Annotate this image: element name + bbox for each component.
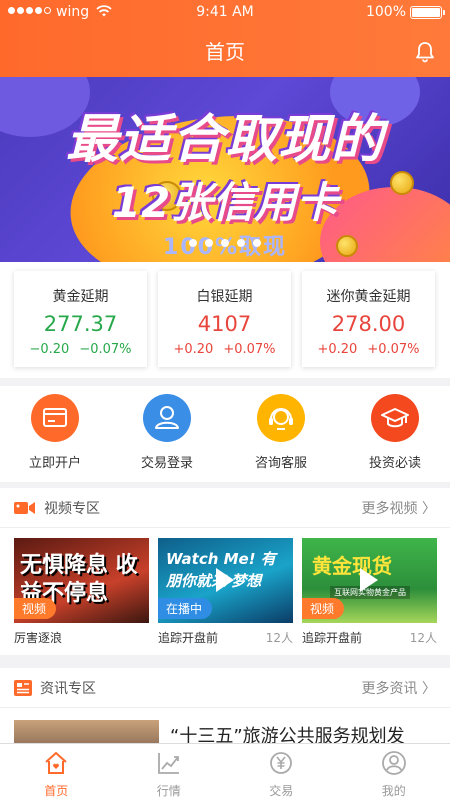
tab-home[interactable]: 首页 [0, 744, 113, 800]
news-section-header: 资讯专区 更多资讯 〉 [0, 668, 450, 708]
user-icon [381, 751, 406, 775]
quote-change: +0.20 [317, 342, 358, 357]
tab-market[interactable]: 行情 [113, 744, 226, 800]
bell-icon[interactable] [413, 40, 437, 64]
video-camera-icon [14, 502, 35, 514]
status-bar: wing 9:41 AM 100% [0, 0, 450, 26]
quote-name: 黄金延期 [52, 289, 109, 305]
video-tag: 视频 [302, 598, 345, 619]
carousel-dot[interactable] [205, 239, 213, 247]
battery-icon [410, 6, 445, 19]
card-icon [31, 394, 79, 442]
open-account-button[interactable]: 立即开户 [0, 394, 110, 471]
customer-service-button[interactable]: 咨询客服 [226, 394, 336, 471]
headset-icon [257, 394, 305, 442]
video-caption: 追踪开盘前 [158, 631, 219, 645]
play-icon[interactable] [360, 568, 378, 592]
quote-card-silver[interactable]: 白银延期 4107 +0.20 +0.07% [158, 271, 291, 367]
quick-actions: 立即开户 交易登录 咨询客服 投资必读 [0, 386, 450, 482]
tab-label: 首页 [44, 784, 69, 798]
carousel-dots[interactable] [0, 239, 450, 247]
quick-label: 交易登录 [140, 456, 193, 471]
video-section-header: 视频专区 更多视频 〉 [0, 488, 450, 528]
page-title: 首页 [205, 40, 245, 64]
news-icon [14, 680, 32, 696]
video-thumbnail: Watch Me! 有朋你就来 梦想 在播中 [158, 538, 293, 623]
quote-panel: 黄金延期 277.37 −0.20 −0.07% 白银延期 4107 +0.20 +… [0, 262, 450, 378]
video-thumbnail: 黄金现货 互联网实物黄金产品 视频 [302, 538, 437, 623]
video-tag: 视频 [14, 598, 57, 619]
quote-percent: +0.07% [223, 342, 276, 357]
more-news-link[interactable]: 更多资讯 〉 [362, 678, 436, 698]
quote-card-gold[interactable]: 黄金延期 277.37 −0.20 −0.07% [14, 271, 147, 367]
quote-name: 白银延期 [196, 289, 253, 305]
viewer-count: 12人 [409, 631, 437, 645]
investment-guide-button[interactable]: 投资必读 [340, 394, 450, 471]
video-card[interactable]: 无惧降息 收益不停息 视频 厉害逐浪 [14, 538, 149, 645]
thumbnail-text: 黄金现货 [312, 554, 392, 578]
video-caption: 追踪开盘前 [302, 631, 363, 645]
promo-banner[interactable]: 最适合取现的 12张信用卡 100%取现 [0, 77, 450, 262]
carousel-dot[interactable] [189, 239, 197, 247]
video-thumbnail: 无惧降息 收益不停息 视频 [14, 538, 149, 623]
home-icon [45, 752, 67, 774]
news-section: 资讯专区 更多资讯 〉 “十三五”旅游公共服务规划发 [0, 668, 450, 750]
tab-label: 我的 [381, 784, 406, 798]
graduation-cap-icon [371, 394, 419, 442]
battery-percent: 100% [365, 4, 406, 20]
section-title: 视频专区 [44, 501, 100, 517]
play-icon[interactable] [216, 568, 234, 592]
quote-card-mini-gold[interactable]: 迷你黄金延期 278.00 +0.20 +0.07% [302, 271, 435, 367]
app-screen: wing 9:41 AM 100% 首页 最适合取现的 12张信用卡 100%取… [0, 0, 450, 800]
quick-label: 咨询客服 [254, 456, 307, 471]
quote-price: 277.37 [43, 312, 118, 336]
video-section: 视频专区 更多视频 〉 无惧降息 收益不停息 视频 厉害逐浪 Watch Me!… [0, 488, 450, 655]
viewer-count: 12人 [265, 631, 293, 645]
section-title: 资讯专区 [40, 681, 96, 697]
quote-percent: −0.07% [79, 342, 132, 357]
yen-icon [270, 752, 293, 774]
tab-label: 交易 [269, 784, 294, 798]
tab-trade[interactable]: 交易 [225, 744, 338, 800]
carousel-dot[interactable] [237, 239, 245, 247]
top-bar: wing 9:41 AM 100% 首页 [0, 0, 450, 77]
bottom-tab-bar: 首页 行情 交易 我的 [0, 743, 450, 800]
quick-label: 投资必读 [368, 456, 421, 471]
quote-price: 278.00 [331, 312, 406, 336]
carousel-dot[interactable] [253, 239, 261, 247]
chart-icon [157, 753, 179, 774]
video-card[interactable]: Watch Me! 有朋你就来 梦想 在播中 追踪开盘前 12人 [158, 538, 293, 645]
more-videos-link[interactable]: 更多视频 〉 [362, 498, 436, 518]
quote-change: −0.20 [29, 342, 70, 357]
quote-change: +0.20 [173, 342, 214, 357]
quote-name: 迷你黄金延期 [326, 289, 411, 305]
user-icon [143, 394, 191, 442]
quote-percent: +0.07% [367, 342, 420, 357]
video-tag: 在播中 [158, 598, 213, 619]
quick-label: 立即开户 [28, 456, 81, 471]
banner-subheadline: 12张信用卡 [111, 178, 339, 227]
carousel-dot[interactable] [221, 239, 229, 247]
trade-login-button[interactable]: 交易登录 [112, 394, 222, 471]
quote-price: 4107 [197, 312, 252, 336]
video-caption: 厉害逐浪 [14, 631, 63, 645]
banner-headline: 最适合取现的 [65, 110, 384, 170]
tab-label: 行情 [156, 784, 181, 798]
video-card[interactable]: 黄金现货 互联网实物黄金产品 视频 追踪开盘前 12人 [302, 538, 437, 645]
tab-profile[interactable]: 我的 [338, 744, 450, 800]
